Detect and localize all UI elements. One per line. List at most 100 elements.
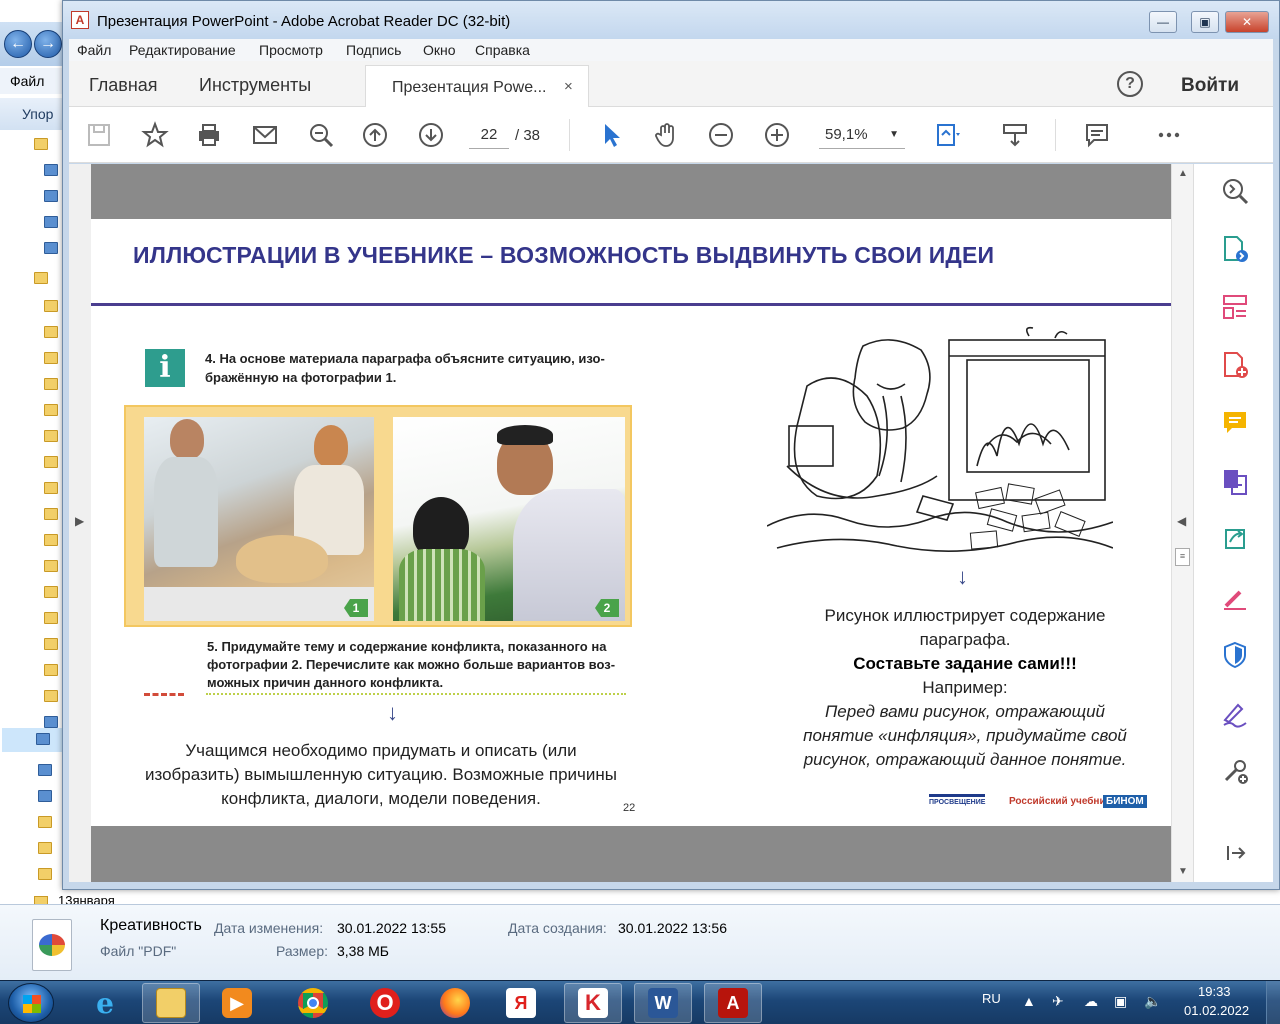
back-icon[interactable]: ← xyxy=(4,30,32,58)
explorer-selected-row[interactable] xyxy=(2,728,62,752)
explorer-organize-button[interactable]: Упор xyxy=(0,98,62,130)
create-pdf-icon[interactable] xyxy=(1220,350,1250,380)
fit-page-icon[interactable] xyxy=(931,119,963,151)
yandex-icon[interactable]: Я xyxy=(492,983,550,1023)
folder-icon[interactable] xyxy=(44,638,58,650)
zoom-select[interactable]: 59,1% ▼ xyxy=(819,121,905,149)
show-desktop-button[interactable] xyxy=(1266,981,1280,1024)
file-explorer-icon[interactable] xyxy=(142,983,200,1023)
media-player-icon[interactable]: ▶ xyxy=(208,983,266,1023)
monitor-tray-icon[interactable]: ▣ xyxy=(1114,993,1127,1010)
close-button[interactable]: ✕ xyxy=(1225,11,1269,33)
zoom-in-icon[interactable] xyxy=(761,119,793,151)
tab-document[interactable]: Презентация Powe... × xyxy=(365,65,589,107)
kaspersky-icon[interactable]: K xyxy=(564,983,622,1023)
firefox-icon[interactable] xyxy=(426,983,484,1023)
chrome-icon[interactable] xyxy=(284,983,342,1023)
page-number-input[interactable]: 22 xyxy=(469,121,509,149)
network-tray-icon[interactable]: ✈ xyxy=(1052,993,1064,1010)
folder-icon[interactable] xyxy=(44,430,58,442)
folder-icon[interactable] xyxy=(44,586,58,598)
word-icon[interactable]: W xyxy=(634,983,692,1023)
language-indicator[interactable]: RU xyxy=(982,991,1001,1006)
menu-window[interactable]: Окно xyxy=(423,42,456,58)
volume-icon[interactable]: 🔈 xyxy=(1144,993,1161,1010)
acrobat-app-icon[interactable]: A xyxy=(71,11,89,29)
vertical-scrollbar[interactable]: ▲ ◀ ≡ ▼ xyxy=(1171,164,1193,882)
acrobat-icon[interactable]: A xyxy=(704,983,762,1023)
folder-icon[interactable] xyxy=(44,534,58,546)
folder-icon[interactable] xyxy=(44,378,58,390)
folder-icon[interactable] xyxy=(44,508,58,520)
tray-expand-icon[interactable]: ▲ xyxy=(1022,993,1036,1009)
folder-icon[interactable] xyxy=(44,690,58,702)
edge-icon[interactable] xyxy=(44,716,58,728)
folder-icon[interactable] xyxy=(38,816,52,828)
chevron-left-icon[interactable]: ◀ xyxy=(1177,514,1186,528)
drive-icon[interactable] xyxy=(44,216,58,228)
clock-time[interactable]: 19:33 xyxy=(1198,984,1231,999)
zoom-out-icon[interactable] xyxy=(705,119,737,151)
title-bar[interactable]: A Презентация PowerPoint - Adobe Acrobat… xyxy=(63,1,1279,39)
hand-tool-icon[interactable] xyxy=(651,119,683,151)
opera-icon[interactable]: O xyxy=(356,983,414,1023)
tab-tools[interactable]: Инструменты xyxy=(199,75,311,96)
login-button[interactable]: Войти xyxy=(1181,75,1239,97)
computer-icon[interactable] xyxy=(44,190,58,202)
menu-edit[interactable]: Редактирование xyxy=(129,42,236,58)
minimize-button[interactable]: — xyxy=(1149,11,1177,33)
folder-icon[interactable] xyxy=(44,326,58,338)
user-folder-icon[interactable] xyxy=(34,272,48,284)
folder-icon[interactable] xyxy=(38,868,52,880)
bookmark-star-icon[interactable] xyxy=(139,119,171,151)
internet-explorer-icon[interactable]: e xyxy=(76,983,134,1023)
folder-icon[interactable] xyxy=(44,300,58,312)
clock-date[interactable]: 01.02.2022 xyxy=(1184,1003,1249,1018)
more-tools-icon[interactable] xyxy=(1220,756,1250,786)
comment-icon[interactable] xyxy=(1081,119,1113,151)
left-pane-toggle[interactable]: ▶ xyxy=(69,164,91,882)
sync-tray-icon[interactable]: ☁ xyxy=(1084,993,1098,1010)
scroll-up-icon[interactable]: ▲ xyxy=(1178,168,1188,179)
explorer-menu-file[interactable]: Файл xyxy=(0,68,62,94)
menu-sign[interactable]: Подпись xyxy=(346,42,401,58)
organize-pages-icon[interactable] xyxy=(1220,292,1250,322)
network-icon[interactable] xyxy=(38,790,52,802)
folder-icon[interactable] xyxy=(34,138,48,150)
search-zoom-icon[interactable] xyxy=(305,119,337,151)
folder-icon[interactable] xyxy=(44,482,58,494)
folder-icon[interactable] xyxy=(44,456,58,468)
computer-icon[interactable] xyxy=(44,164,58,176)
combine-files-icon[interactable] xyxy=(1220,466,1250,496)
enhance-scan-icon[interactable] xyxy=(1220,176,1250,206)
tab-close-icon[interactable]: × xyxy=(564,78,573,95)
page-up-icon[interactable] xyxy=(359,119,391,151)
save-icon[interactable] xyxy=(83,119,115,151)
page-down-icon[interactable] xyxy=(415,119,447,151)
fill-sign-icon[interactable] xyxy=(1220,582,1250,612)
folder-icon[interactable] xyxy=(44,352,58,364)
globe-icon[interactable] xyxy=(38,764,52,776)
print-icon[interactable] xyxy=(193,119,225,151)
help-icon[interactable]: ? xyxy=(1117,71,1143,97)
start-button[interactable] xyxy=(8,983,54,1023)
scroll-mode-icon[interactable] xyxy=(999,119,1031,151)
drive-icon[interactable] xyxy=(44,242,58,254)
select-cursor-icon[interactable] xyxy=(595,119,627,151)
folder-icon[interactable] xyxy=(38,842,52,854)
menu-help[interactable]: Справка xyxy=(475,42,530,58)
email-icon[interactable] xyxy=(249,119,281,151)
menu-view[interactable]: Просмотр xyxy=(259,42,323,58)
folder-icon[interactable] xyxy=(44,404,58,416)
scroll-thumb[interactable]: ≡ xyxy=(1175,548,1190,566)
protect-shield-icon[interactable] xyxy=(1220,640,1250,670)
forward-icon[interactable]: → xyxy=(34,30,62,58)
folder-icon[interactable] xyxy=(44,664,58,676)
menu-file[interactable]: Файл xyxy=(77,42,111,58)
tab-home[interactable]: Главная xyxy=(89,75,158,96)
send-share-icon[interactable] xyxy=(1220,524,1250,554)
maximize-button[interactable]: ▣ xyxy=(1191,11,1219,33)
folder-icon[interactable] xyxy=(44,560,58,572)
request-signature-icon[interactable] xyxy=(1220,698,1250,728)
folder-icon[interactable] xyxy=(44,612,58,624)
